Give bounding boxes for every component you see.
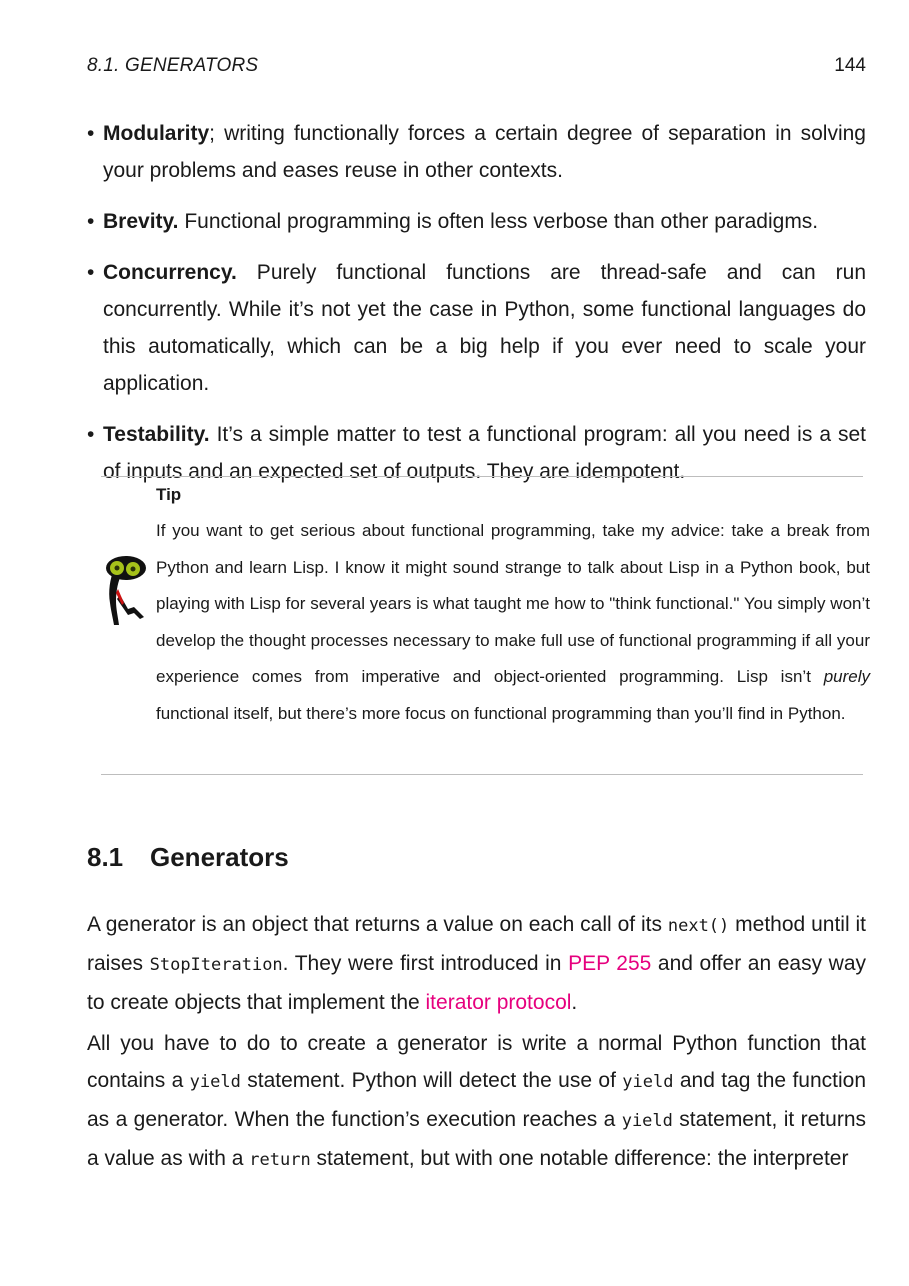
list-item-text: ; writing functionally forces a certain … — [103, 122, 866, 182]
paragraph-text: . — [571, 991, 578, 1014]
bullet-icon: • — [87, 210, 95, 233]
paragraph: A generator is an object that returns a … — [87, 906, 866, 1021]
paragraph-text: statement, but with one notable differen… — [310, 1147, 849, 1170]
pep-255-link[interactable]: PEP 255 — [568, 952, 651, 975]
page-header: 8.1. GENERATORS 144 — [87, 55, 866, 81]
page-number: 144 — [834, 55, 866, 76]
bullet-icon: • — [87, 122, 95, 145]
tip-text: functional itself, but there’s more focu… — [156, 703, 846, 723]
tip-title: Tip — [156, 485, 182, 504]
list-item-term: Testability. — [103, 423, 210, 446]
tip-text: If you want to get serious about functio… — [156, 521, 870, 687]
tip-emphasis: purely — [823, 667, 870, 687]
bullet-icon: • — [87, 261, 95, 284]
list-item-term: Concurrency. — [103, 261, 237, 284]
tip-box: Tip If you want to get serious about fun… — [101, 476, 870, 775]
section-number: 8.1 — [87, 842, 124, 872]
inline-code: yield — [189, 1072, 241, 1092]
bullet-icon: • — [87, 423, 95, 446]
inline-code: yield — [621, 1111, 673, 1131]
iterator-protocol-link[interactable]: iterator protocol — [426, 991, 572, 1014]
list-item-term: Brevity. — [103, 210, 179, 233]
list-item: • Brevity. Functional programming is ofte… — [87, 203, 866, 240]
inline-code: StopIteration — [149, 955, 283, 975]
inline-code: yield — [622, 1072, 674, 1092]
running-head: 8.1. GENERATORS — [87, 55, 259, 76]
paragraph-text: statement. Python will detect the use of — [240, 1069, 623, 1092]
list-item-text: It’s a simple matter to test a functiona… — [103, 423, 866, 483]
snake-mascot-icon — [106, 556, 146, 625]
benefits-list: • Modularity; writing functionally forces… — [87, 115, 866, 504]
paragraph: All you have to do to create a generator… — [87, 1025, 866, 1179]
section-title: Generators — [150, 842, 289, 872]
list-item: • Concurrency. Purely functional function… — [87, 254, 866, 402]
paragraph-text: . They were first introduced in — [282, 952, 569, 975]
inline-code: return — [249, 1150, 311, 1170]
inline-code: next() — [667, 916, 730, 936]
list-item-text: Functional programming is often less ver… — [178, 210, 819, 233]
section-heading: 8.1 Generators — [87, 842, 289, 873]
paragraph-text: A generator is an object that returns a … — [87, 913, 668, 936]
list-item: • Modularity; writing functionally forces… — [87, 115, 866, 189]
tip-body: If you want to get serious about functio… — [156, 513, 870, 733]
list-item-term: Modularity — [103, 122, 210, 145]
